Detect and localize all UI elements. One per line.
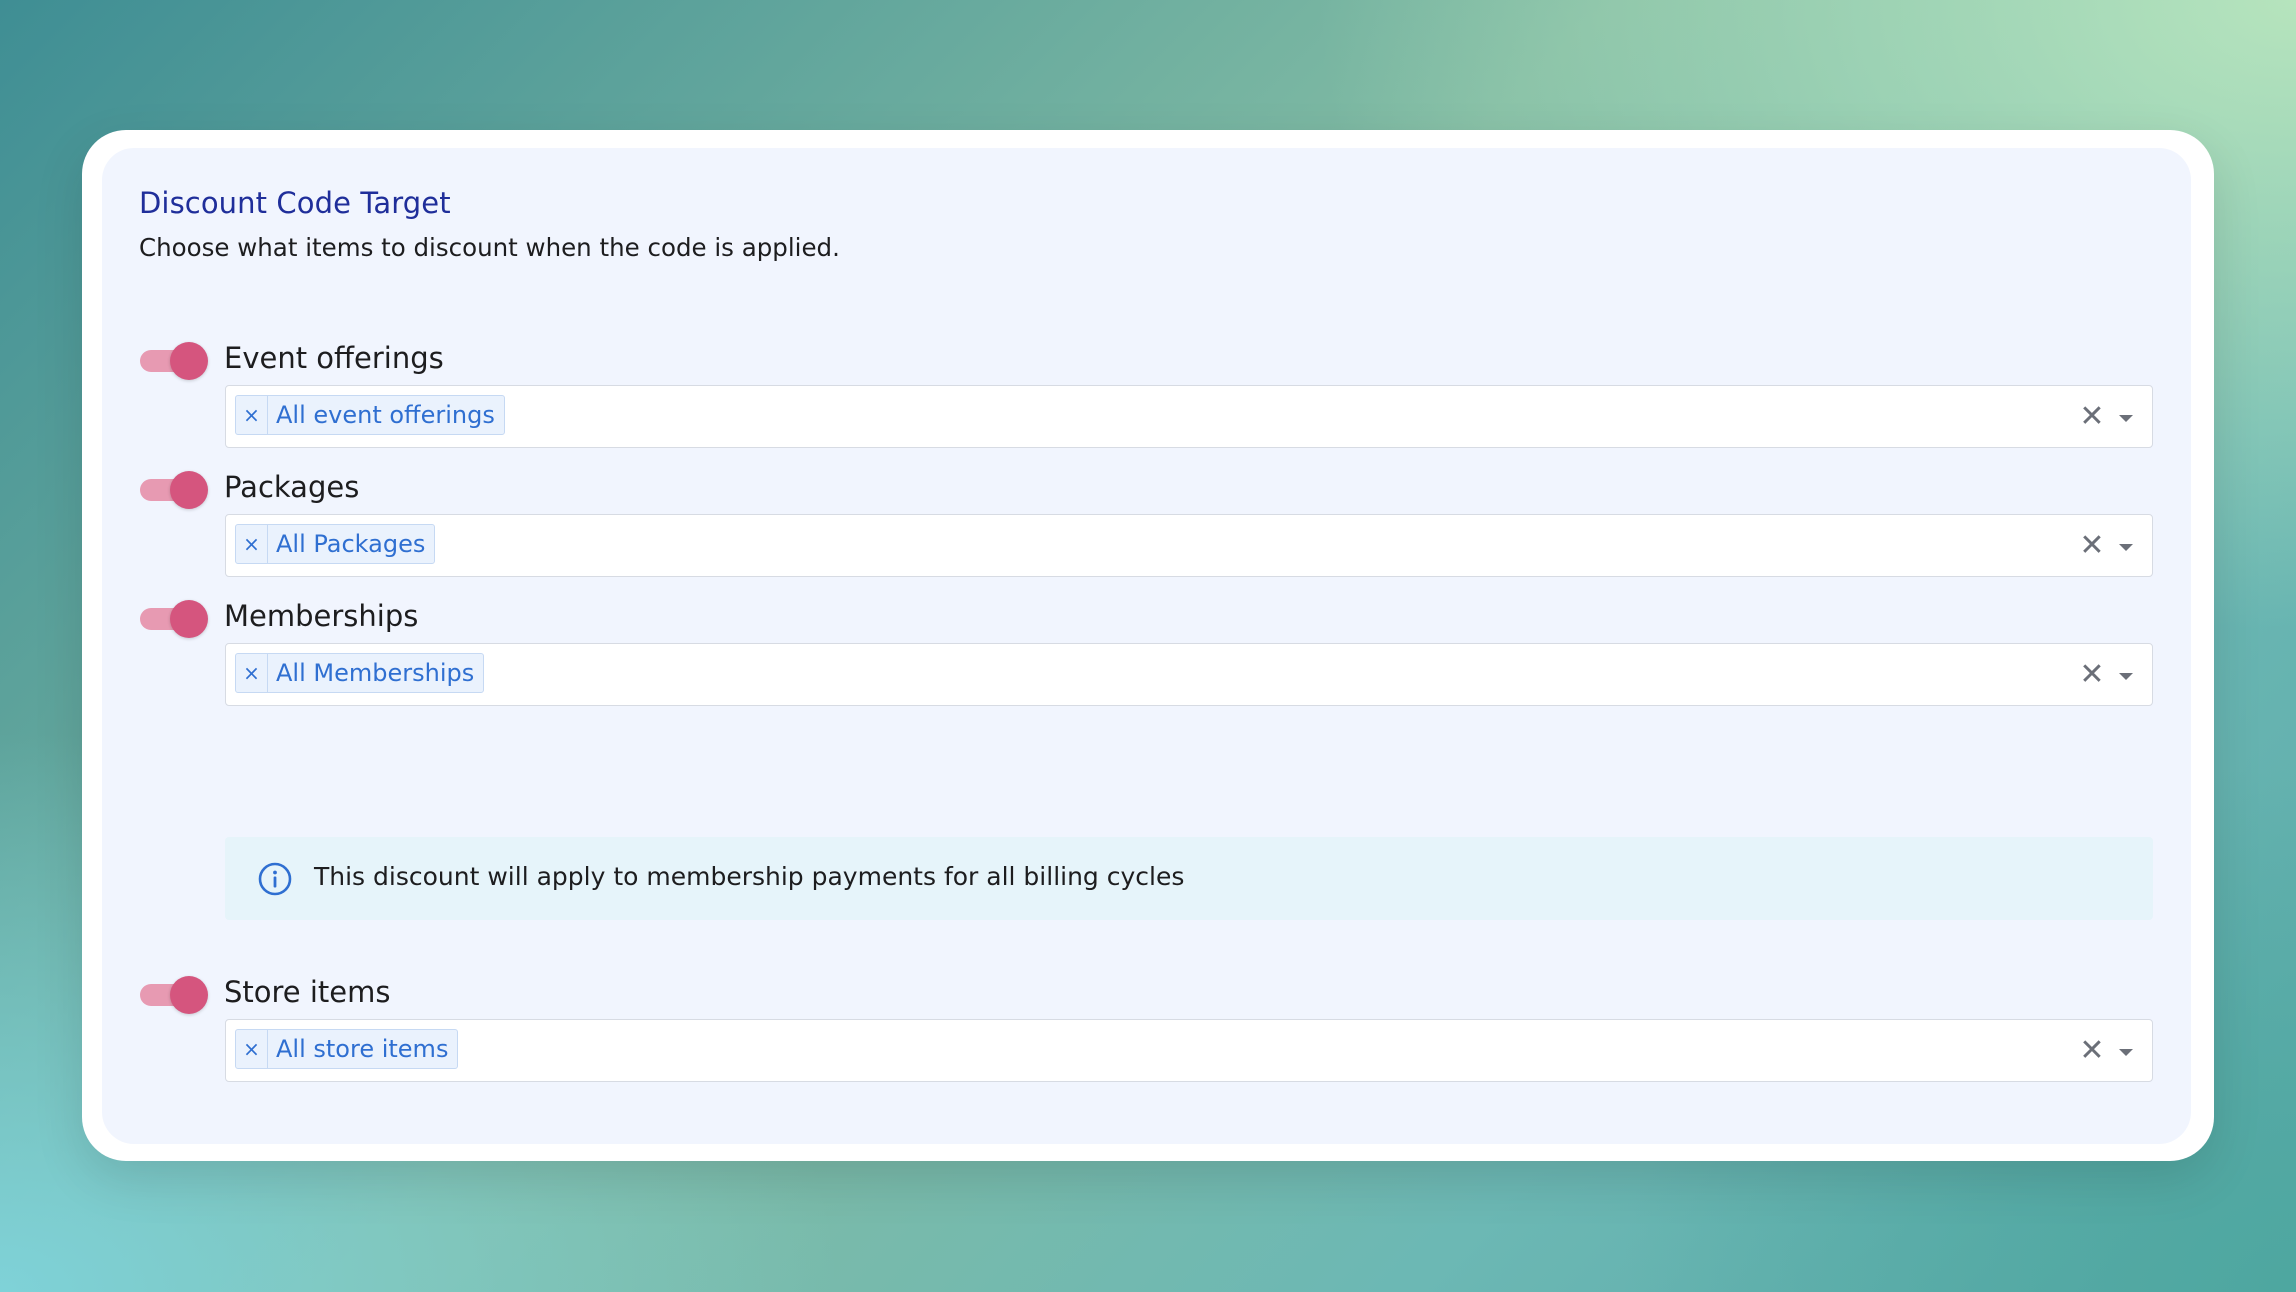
membership-info-note: This discount will apply to membership p… [225, 837, 2153, 920]
info-circle-icon [257, 861, 293, 897]
selected-chip: × All store items [235, 1029, 459, 1069]
toggle-thumb [170, 342, 208, 380]
card-frame: Discount Code Target Choose what items t… [82, 130, 2214, 1161]
info-text: This discount will apply to membership p… [314, 862, 1185, 891]
chevron-down-icon[interactable] [2114, 406, 2138, 430]
chip-remove-button[interactable]: × [236, 654, 268, 692]
store-items-label: Store items [224, 975, 391, 1009]
chip-remove-button[interactable]: × [236, 1030, 268, 1068]
event-offerings-toggle[interactable] [140, 340, 210, 380]
toggle-thumb [170, 600, 208, 638]
store-items-toggle[interactable] [140, 974, 210, 1014]
chevron-down-icon[interactable] [2114, 535, 2138, 559]
clear-selection-button[interactable]: ✕ [2076, 399, 2108, 434]
event-offerings-label: Event offerings [224, 341, 444, 375]
selected-chip: × All Packages [235, 524, 436, 564]
page-subtitle: Choose what items to discount when the c… [139, 233, 840, 262]
memberships-toggle[interactable] [140, 598, 210, 638]
page-title: Discount Code Target [139, 186, 451, 220]
packages-select[interactable]: × All Packages ✕ [225, 514, 2153, 577]
packages-toggle[interactable] [140, 469, 210, 509]
clear-selection-button[interactable]: ✕ [2076, 657, 2108, 692]
memberships-select[interactable]: × All Memberships ✕ [225, 643, 2153, 706]
discount-target-card: Discount Code Target Choose what items t… [102, 148, 2191, 1144]
packages-label: Packages [224, 470, 360, 504]
selected-chip: × All event offerings [235, 395, 505, 435]
clear-selection-button[interactable]: ✕ [2076, 528, 2108, 563]
clear-selection-button[interactable]: ✕ [2076, 1033, 2108, 1068]
chevron-down-icon[interactable] [2114, 664, 2138, 688]
chevron-down-icon[interactable] [2114, 1040, 2138, 1064]
memberships-label: Memberships [224, 599, 419, 633]
chip-remove-button[interactable]: × [236, 396, 268, 434]
chip-label: All Packages [276, 530, 426, 558]
chip-remove-button[interactable]: × [236, 525, 268, 563]
chip-label: All Memberships [276, 659, 475, 687]
toggle-thumb [170, 471, 208, 509]
toggle-thumb [170, 976, 208, 1014]
chip-label: All event offerings [276, 401, 495, 429]
event-offerings-select[interactable]: × All event offerings ✕ [225, 385, 2153, 448]
selected-chip: × All Memberships [235, 653, 485, 693]
store-items-select[interactable]: × All store items ✕ [225, 1019, 2153, 1082]
chip-label: All store items [276, 1035, 449, 1063]
